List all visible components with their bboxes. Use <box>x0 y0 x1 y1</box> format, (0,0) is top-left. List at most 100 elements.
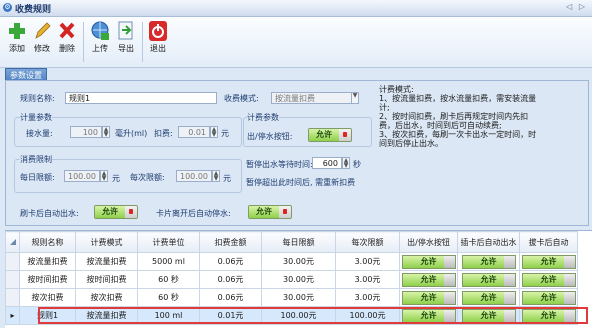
table-cell[interactable]: 按次扣费 <box>19 288 76 307</box>
column-header[interactable]: 计费单位 <box>137 231 200 253</box>
billing-mode-notes: 计费模式: 1、按流量扣费，按水流量扣费，需安装流量计; 2、按时间扣费，刷卡后… <box>379 85 537 148</box>
row-header[interactable]: ▸ <box>5 306 20 325</box>
rule-name-input[interactable]: 规则1 <box>65 92 217 104</box>
table-cell: 允许 <box>399 288 458 307</box>
milliliter-label: 毫升(ml) <box>115 129 148 138</box>
pause-time-spinner[interactable]: ▲ ▼ <box>342 157 350 169</box>
delete-label: 删除 <box>59 44 75 53</box>
column-header[interactable]: 计费模式 <box>75 231 138 253</box>
table-cell: 允许 <box>399 270 458 289</box>
water-spinner[interactable]: ▲ ▼ <box>102 126 110 138</box>
edit-label: 修改 <box>34 44 50 53</box>
upload-button[interactable]: 上传 <box>89 20 111 54</box>
column-header[interactable]: 每日限额 <box>261 231 336 253</box>
table-cell[interactable]: 5000 ml <box>137 252 200 271</box>
column-header[interactable]: 扣费金额 <box>199 231 262 253</box>
allow-label: 允许 <box>309 129 339 141</box>
column-header[interactable]: 规则名称 <box>19 231 76 253</box>
column-header[interactable]: 每次限额 <box>335 231 400 253</box>
auto-out-label: 刷卡后自动出水: <box>20 209 79 218</box>
column-header[interactable]: 插卡后自动出水 <box>457 231 520 253</box>
deduct-spinner[interactable]: ▲ ▼ <box>210 126 218 138</box>
allow-toggle[interactable]: 允许 <box>401 254 456 269</box>
exit-button[interactable]: 退出 <box>147 20 169 54</box>
row-header[interactable] <box>5 288 20 307</box>
allow-toggle[interactable]: 允许 <box>461 272 516 287</box>
daily-limit-spinner[interactable]: ▲ ▼ <box>100 170 108 182</box>
delete-x-icon <box>57 20 77 42</box>
power-icon <box>148 20 168 42</box>
toolbar: 添加 修改 删除 上传 导出 退出 <box>0 17 592 68</box>
allow-toggle[interactable]: 允许 <box>461 290 516 305</box>
table-cell[interactable]: 60 秒 <box>137 288 200 307</box>
row-header[interactable] <box>5 270 20 289</box>
rule-name-label: 规则名称: <box>20 94 55 103</box>
row-header[interactable] <box>5 252 20 271</box>
edit-button[interactable]: 修改 <box>31 20 53 54</box>
allow-toggle[interactable]: 允许 <box>521 272 576 287</box>
table-cell[interactable]: 0.06元 <box>199 252 262 271</box>
allow-toggle[interactable]: 允许 <box>401 290 456 305</box>
add-label: 添加 <box>9 44 25 53</box>
auto-out-toggle[interactable]: 允许 <box>94 205 138 219</box>
parameter-panel: 规则名称: 规则1 收费模式: 按流量扣费 ▼ 计量参数 接水量: 100 ▲ ▼… <box>5 80 589 226</box>
table-cell[interactable]: 30.00元 <box>261 270 336 289</box>
allow-toggle[interactable]: 允许 <box>521 290 576 305</box>
calc-group-title: 计费参数 <box>247 112 279 123</box>
table-cell[interactable]: 按时间扣费 <box>75 270 138 289</box>
allow-label: 允许 <box>249 206 279 218</box>
title-bar: ⚙ 收费规则 ◁ ▷ <box>0 0 592 17</box>
water-input[interactable]: 100 <box>70 126 102 138</box>
app-icon: ⚙ <box>3 3 12 12</box>
column-header[interactable]: 出/停水按钮 <box>399 231 458 253</box>
table-cell[interactable]: 30.00元 <box>261 252 336 271</box>
auto-stop-toggle[interactable]: 允许 <box>248 205 292 219</box>
table-cell[interactable]: 30.00元 <box>261 288 336 307</box>
table-cell[interactable]: 按次扣费 <box>75 288 138 307</box>
allow-label: 允许 <box>95 206 125 218</box>
delete-button[interactable]: 删除 <box>56 20 78 54</box>
table-cell[interactable]: 按流量扣费 <box>19 252 76 271</box>
per-limit-spinner[interactable]: ▲ ▼ <box>212 170 220 182</box>
table-row[interactable]: 按流量扣费 按流量扣费 5000 ml 0.06元 30.00元 3.00元 允… <box>5 252 578 271</box>
row-header-corner <box>5 231 20 253</box>
pencil-icon <box>32 20 52 42</box>
table-cell[interactable]: 按流量扣费 <box>75 252 138 271</box>
lock-icon <box>339 129 351 141</box>
mode-select[interactable]: 按流量扣费 <box>271 92 359 104</box>
tab-scroll-controls[interactable]: ◁ ▷ <box>566 2 587 11</box>
export-button[interactable]: 导出 <box>115 20 137 54</box>
chevron-down-icon[interactable]: ▼ <box>351 92 359 104</box>
second-unit: 秒 <box>353 160 361 169</box>
out-button-toggle[interactable]: 允许 <box>308 128 352 142</box>
deduct-input[interactable]: 0.01 <box>178 126 210 138</box>
allow-toggle[interactable]: 允许 <box>521 254 576 269</box>
pause-time-input[interactable]: 600 <box>312 157 342 169</box>
add-button[interactable]: 添加 <box>6 20 28 54</box>
plus-icon <box>7 20 27 42</box>
table-cell[interactable]: 0.06元 <box>199 288 262 307</box>
limit-group-title: 消费限制 <box>20 154 52 165</box>
per-limit-input[interactable]: 100.00 <box>176 170 212 182</box>
allow-toggle[interactable]: 允许 <box>401 272 456 287</box>
table-cell[interactable]: 3.00元 <box>335 288 400 307</box>
column-header[interactable]: 拔卡后自动 <box>519 231 578 253</box>
pause-time-label: 暂停出水等待时间: <box>246 160 313 169</box>
daily-yuan-unit: 元 <box>112 174 120 183</box>
allow-toggle[interactable]: 允许 <box>461 254 516 269</box>
exit-label: 退出 <box>150 44 166 53</box>
table-row[interactable]: 按次扣费 按次扣费 60 秒 0.06元 30.00元 3.00元 允许 允许 … <box>5 288 578 307</box>
table-cell[interactable]: 60 秒 <box>137 270 200 289</box>
export-label: 导出 <box>118 44 134 53</box>
table-cell[interactable]: 3.00元 <box>335 270 400 289</box>
pause-note: 暂停超出此时间后, 需重新扣费 <box>246 178 356 187</box>
table-cell[interactable]: 3.00元 <box>335 252 400 271</box>
meter-group-title: 计量参数 <box>20 112 52 123</box>
lock-icon <box>125 206 137 218</box>
daily-limit-input[interactable]: 100.00 <box>64 170 100 182</box>
globe-upload-icon <box>90 20 110 42</box>
upload-label: 上传 <box>92 44 108 53</box>
table-row[interactable]: 按时间扣费 按时间扣费 60 秒 0.06元 30.00元 3.00元 允许 允… <box>5 270 578 289</box>
table-cell[interactable]: 0.06元 <box>199 270 262 289</box>
table-cell[interactable]: 按时间扣费 <box>19 270 76 289</box>
